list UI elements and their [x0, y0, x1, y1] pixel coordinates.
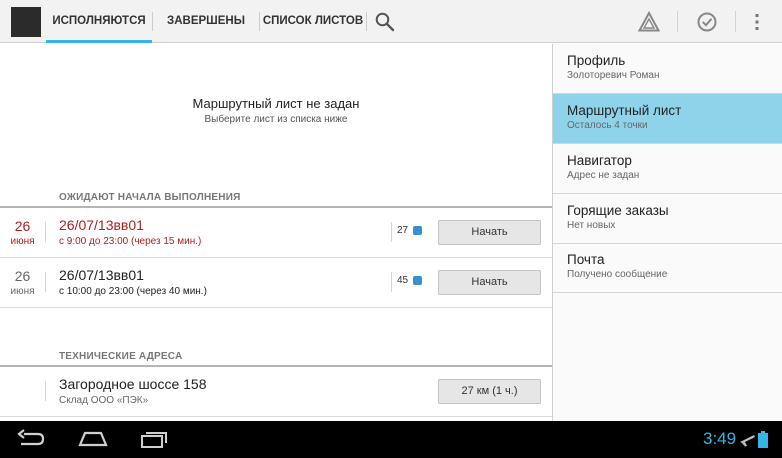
drawer-item-navigator[interactable]: Навигатор Адрес не задан: [553, 144, 782, 194]
status-clock: 3:49: [703, 429, 737, 448]
address-subtitle: Склад ООО «ПЭК»: [59, 395, 149, 406]
route-sheet-title: 26/07/13вв01: [59, 267, 144, 283]
main-panel: Маршрутный лист не задан Выберите лист и…: [0, 44, 552, 421]
drawer-item-title: Маршрутный лист: [567, 103, 682, 118]
count-divider: [391, 272, 392, 292]
search-icon[interactable]: [374, 11, 396, 33]
points-count: 45: [397, 275, 409, 286]
date-month: июня: [10, 286, 35, 297]
section-header-pending: ОЖИДАЮТ НАЧАЛА ВЫПОЛНЕНИЯ: [59, 192, 241, 203]
tab-sheet-list[interactable]: СПИСОК ЛИСТОВ: [260, 0, 366, 43]
tab-divider: [366, 12, 367, 31]
drawer-item-subtitle: Адрес не задан: [567, 170, 640, 181]
date-divider: [45, 222, 46, 242]
list-item[interactable]: 26 июня 26/07/13вв01 с 10:00 до 23:00 (ч…: [0, 258, 552, 307]
battery-icon: [758, 431, 768, 448]
back-icon[interactable]: [13, 427, 47, 451]
date-month: июня: [10, 236, 35, 247]
navigation-drawer: Профиль Золоторевич Роман Маршрутный лис…: [552, 44, 782, 421]
address-title: Загородное шоссе 158: [59, 376, 207, 392]
count-divider: [391, 222, 392, 242]
check-circle-icon[interactable]: [696, 11, 718, 33]
drawer-item-title: Почта: [567, 252, 605, 267]
date-day: 26: [14, 218, 31, 234]
drawer-item-title: Навигатор: [567, 153, 632, 168]
route-sheet-time: с 10:00 до 23:00 (через 40 мин.): [59, 286, 207, 297]
app-logo[interactable]: [11, 7, 41, 37]
section-header-tech-addresses: ТЕХНИЧЕСКИЕ АДРЕСА: [59, 351, 183, 362]
date-day: 26: [14, 268, 31, 284]
empty-state-title: Маршрутный лист не задан: [192, 96, 360, 111]
drawer-item-subtitle: Получено сообщение: [567, 269, 668, 280]
route-sheet-title: 26/07/13вв01: [59, 217, 144, 233]
empty-state-subtitle: Выберите лист из списка ниже: [204, 114, 348, 125]
distance-button[interactable]: 27 км (1 ч.): [438, 379, 541, 404]
row-divider: [0, 416, 552, 417]
download-icon: [413, 276, 422, 285]
drawer-item-title: Горящие заказы: [567, 203, 669, 218]
list-item[interactable]: Загородное шоссе 158 Склад ООО «ПЭК» 27 …: [0, 367, 552, 416]
drawer-item-subtitle: Золоторевич Роман: [567, 70, 660, 81]
drawer-item-profile[interactable]: Профиль Золоторевич Роман: [553, 44, 782, 94]
action-divider: [735, 11, 736, 32]
points-count: 27: [397, 225, 409, 236]
tab-completed[interactable]: ЗАВЕРШЕНЫ: [153, 0, 259, 43]
row-divider-vertical: [45, 381, 46, 401]
home-icon[interactable]: [76, 427, 110, 451]
start-button[interactable]: Начать: [438, 220, 541, 245]
download-icon: [413, 226, 422, 235]
start-button[interactable]: Начать: [438, 270, 541, 295]
drawer-item-title: Профиль: [567, 53, 626, 68]
overflow-menu-icon[interactable]: [746, 11, 768, 33]
action-divider: [677, 11, 678, 32]
tab-in-progress[interactable]: ИСПОЛНЯЮТСЯ: [46, 0, 152, 43]
drawer-item-subtitle: Осталось 4 точки: [567, 120, 648, 131]
date-divider: [45, 272, 46, 292]
action-bar: ИСПОЛНЯЮТСЯ ЗАВЕРШЕНЫ СПИСОК ЛИСТОВ: [0, 0, 782, 43]
drawer-item-subtitle: Нет новых: [567, 220, 616, 231]
drawer-item-mail[interactable]: Почта Получено сообщение: [553, 243, 782, 293]
row-divider: [0, 307, 552, 308]
drawer-item-hot-orders[interactable]: Горящие заказы Нет новых: [553, 194, 782, 244]
system-navigation-bar: 3:49: [0, 421, 782, 458]
list-item[interactable]: 26 июня 26/07/13вв01 с 9:00 до 23:00 (че…: [0, 208, 552, 257]
drawer-item-route-sheet[interactable]: Маршрутный лист Осталось 4 точки: [553, 94, 782, 144]
route-sheet-time: с 9:00 до 23:00 (через 15 мин.): [59, 236, 202, 247]
recent-apps-icon[interactable]: [138, 427, 172, 451]
airplane-mode-icon: [740, 435, 755, 447]
warning-triangle-icon[interactable]: [638, 11, 660, 33]
